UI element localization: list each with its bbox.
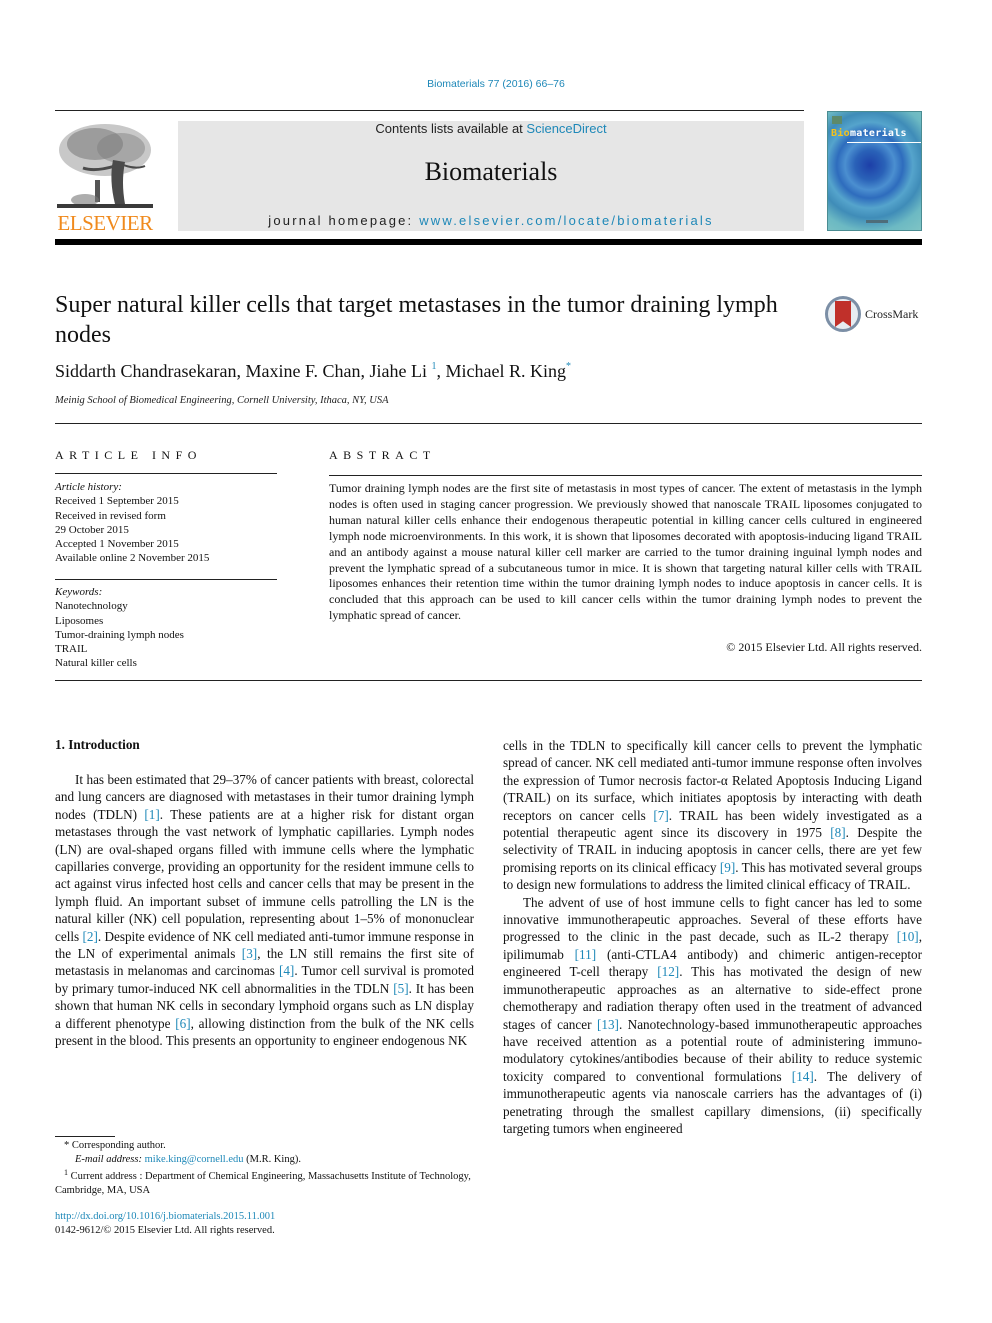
abstract-rule <box>329 475 922 476</box>
issn-copyright: 0142-9612/© 2015 Elsevier Ltd. All right… <box>55 1225 275 1236</box>
crossmark-badge[interactable]: CrossMark <box>825 296 925 334</box>
author-list: Siddarth Chandrasekaran, Maxine F. Chan,… <box>55 361 571 381</box>
history-item: Available online 2 November 2015 <box>55 552 210 565</box>
doi-link[interactable]: http://dx.doi.org/10.1016/j.biomaterials… <box>55 1211 275 1222</box>
author-name: Maxine F. Chan <box>245 361 361 381</box>
contents-prefix: Contents lists available at <box>375 121 527 136</box>
intro-paragraph-2: The advent of use of host immune cells t… <box>503 894 922 1138</box>
journal-homepage-link[interactable]: www.elsevier.com/locate/biomaterials <box>419 213 714 228</box>
citation-reference-link[interactable]: [14] <box>792 1069 814 1084</box>
cover-publisher-icon <box>832 116 842 124</box>
keyword-item: TRAIL <box>55 643 88 656</box>
body-column-right: cells in the TDLN to specifically kill c… <box>503 737 922 1137</box>
footnote-rule <box>55 1136 115 1137</box>
citation-reference-link[interactable]: [8] <box>830 825 845 840</box>
abstract-heading: ABSTRACT <box>329 448 436 462</box>
article-history-label: Article history: <box>55 481 122 493</box>
body-text-run: . These patients are at a higher risk fo… <box>55 806 474 944</box>
citation-reference-link[interactable]: [11] <box>575 947 596 962</box>
email-link[interactable]: mike.king@cornell.edu <box>145 1154 244 1165</box>
keywords: Keywords: Nanotechnology Liposomes Tumor… <box>55 585 184 671</box>
abstract-copyright: © 2015 Elsevier Ltd. All rights reserved… <box>726 640 922 654</box>
article-info-rule <box>55 473 277 474</box>
keyword-item: Tumor-draining lymph nodes <box>55 628 184 641</box>
history-item: 29 October 2015 <box>55 523 129 536</box>
affiliation-rule <box>55 423 922 424</box>
sciencedirect-link[interactable]: ScienceDirect <box>526 121 606 136</box>
citation-reference-link[interactable]: [9] <box>720 860 735 875</box>
footnote-mark: 1 <box>64 1168 68 1177</box>
keywords-label: Keywords: <box>55 586 103 598</box>
author-affiliation: Meinig School of Biomedical Engineering,… <box>55 395 389 406</box>
crossmark-label: CrossMark <box>865 307 919 321</box>
author-name: Siddarth Chandrasekaran <box>55 361 237 381</box>
author-name: Michael R. King <box>445 361 566 381</box>
author-footnote-mark[interactable]: 1 <box>432 361 437 372</box>
body-text-run: The advent of use of host immune cells t… <box>503 894 922 945</box>
article-history: Article history: Received 1 September 20… <box>55 480 209 566</box>
citation-reference-link[interactable]: [5] <box>393 981 408 996</box>
intro-paragraph-1: It has been estimated that 29–37% of can… <box>55 771 474 1050</box>
corresponding-author-text: Corresponding author. <box>71 1140 166 1151</box>
cover-footer-mark <box>866 220 888 223</box>
cover-title-rest: materials <box>849 128 907 139</box>
history-item: Accepted 1 November 2015 <box>55 538 179 551</box>
elsevier-wordmark: ELSEVIER <box>57 211 153 235</box>
citation-reference-link[interactable]: [7] <box>653 808 668 823</box>
abstract-text: Tumor draining lymph nodes are the first… <box>329 481 922 623</box>
keyword-item: Liposomes <box>55 614 104 627</box>
email-suffix: (M.R. King). <box>243 1154 301 1165</box>
header-top-rule <box>55 110 804 111</box>
contents-available-line: Contents lists available at ScienceDirec… <box>178 121 804 136</box>
citation-reference-link[interactable]: [3] <box>242 946 257 961</box>
cover-title: Biomaterials <box>831 128 907 139</box>
keywords-rule <box>55 579 277 580</box>
article-info-heading: ARTICLE INFO <box>55 448 202 462</box>
corresponding-author-mark[interactable]: * <box>566 361 571 372</box>
history-item: Received 1 September 2015 <box>55 495 179 508</box>
keyword-item: Natural killer cells <box>55 657 137 670</box>
citation-reference-link[interactable]: [4] <box>279 963 294 978</box>
citation-reference-link[interactable]: [12] <box>657 964 679 979</box>
citation-reference-link[interactable]: [10] <box>897 929 919 944</box>
citation-reference-link[interactable]: [1] <box>144 807 159 822</box>
footnote-current-address: 1 Current address : Department of Chemic… <box>55 1166 475 1199</box>
article-title: Super natural killer cells that target m… <box>55 292 778 348</box>
header-bottom-rule <box>55 239 922 245</box>
journal-citation[interactable]: Biomaterials 77 (2016) 66–76 <box>0 78 992 90</box>
citation-reference-link[interactable]: [6] <box>175 1016 190 1031</box>
author-name: Jiahe Li <box>369 361 427 381</box>
journal-title[interactable]: Biomaterials <box>178 157 804 187</box>
section-heading-introduction: 1. Introduction <box>55 737 140 752</box>
cover-title-underline <box>847 142 921 143</box>
current-address-text: Current address : Department of Chemical… <box>55 1171 471 1197</box>
front-matter-bottom-rule <box>55 680 922 681</box>
footnote-corresponding: * Corresponding author. <box>55 1139 475 1153</box>
cover-title-accent: Bio <box>831 128 850 139</box>
history-item: Received in revised form <box>55 509 166 522</box>
elsevier-logo[interactable]: ELSEVIER <box>55 120 155 235</box>
email-label: E-mail address: <box>75 1154 145 1165</box>
homepage-prefix: journal homepage: <box>268 213 420 228</box>
journal-header-box: Contents lists available at ScienceDirec… <box>178 121 804 231</box>
elsevier-tree-icon <box>57 124 153 208</box>
footnote-mark: * <box>64 1140 70 1151</box>
keyword-item: Nanotechnology <box>55 600 128 613</box>
intro-paragraph-1-continued: cells in the TDLN to specifically kill c… <box>503 737 922 894</box>
journal-homepage-line: journal homepage: www.elsevier.com/locat… <box>178 213 804 228</box>
citation-reference-link[interactable]: [2] <box>82 929 97 944</box>
citation-reference-link[interactable]: [13] <box>597 1017 619 1032</box>
body-column-left: It has been estimated that 29–37% of can… <box>55 771 474 1050</box>
journal-cover-image[interactable]: Biomaterials <box>827 111 922 231</box>
